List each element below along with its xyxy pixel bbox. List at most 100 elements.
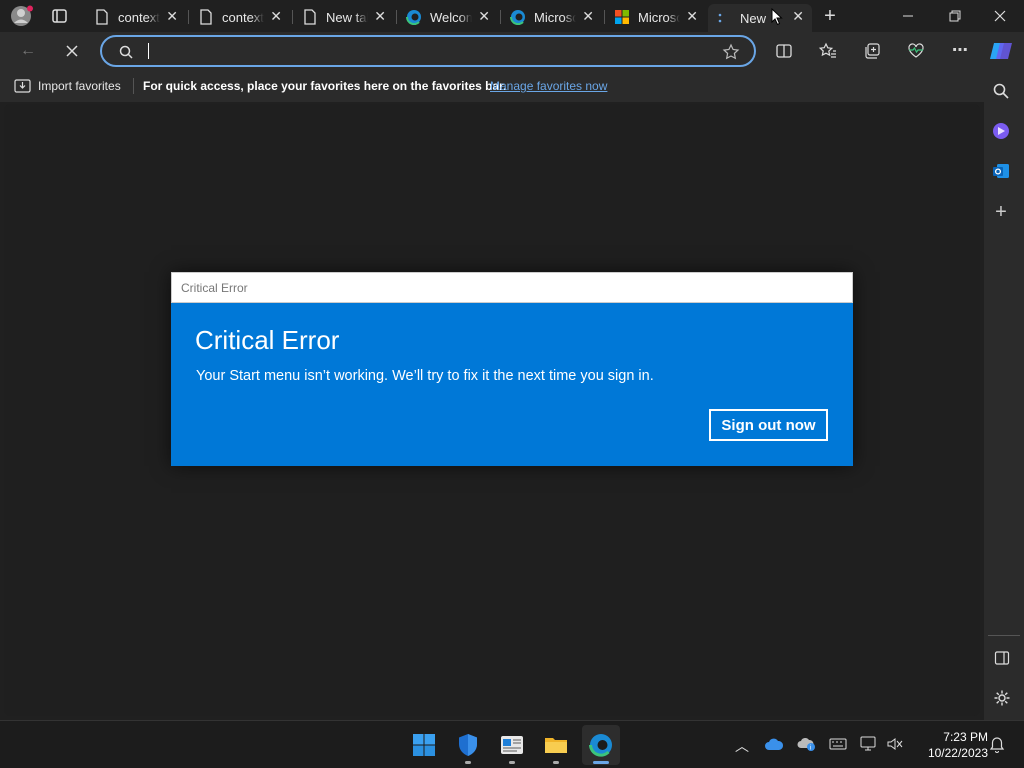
browser-toolbar: ← ⋯ [0,32,1024,70]
tab-title: Microsoft [534,9,576,25]
microsoft-logo-icon [615,10,629,24]
clock-time: 7:23 PM [943,730,988,744]
tab-5[interactable]: Microsoft ✕ [502,4,602,30]
tab-2[interactable]: context ✕ [190,4,290,30]
favorites-button[interactable] [818,41,838,61]
notification-bell-icon[interactable] [989,736,1005,754]
settings-more-button[interactable]: ⋯ [950,41,970,61]
dialog-message: Your Start menu isn’t working. We’ll try… [196,368,654,384]
mouse-cursor-icon [771,8,783,26]
windows-start-icon[interactable] [412,733,436,757]
keyboard-icon[interactable] [829,738,847,750]
running-indicator [465,761,471,764]
import-favorites-button[interactable]: Import favorites [38,79,121,93]
stop-loading-button[interactable] [62,41,82,61]
copilot-button[interactable] [988,39,1014,63]
back-arrow-icon: ← [20,42,36,59]
page-icon [200,9,212,25]
tab-6[interactable]: Microsoft ✕ [606,4,706,30]
designer-icon[interactable] [992,122,1010,140]
tab-3[interactable]: New tab ✕ [294,4,394,30]
display-network-icon[interactable] [860,736,878,752]
tab-actions-icon [52,9,67,23]
clock-date: 10/22/2023 [927,746,988,760]
restore-icon [949,10,961,22]
tab-actions-button[interactable] [51,8,69,24]
edge-browser-icon[interactable] [589,733,613,757]
profile-avatar[interactable] [10,5,34,27]
dialog-title-bar: Critical Error [171,272,853,303]
back-button[interactable]: ← [18,41,38,61]
close-window-button[interactable] [988,8,1012,24]
manage-favorites-link[interactable]: Manage favorites now [490,79,607,93]
favorites-bar: Import favorites For quick access, place… [0,70,1024,102]
split-screen-icon [776,44,792,58]
tab-1[interactable]: context ✕ [86,4,186,30]
show-hidden-icons-button[interactable]: ︿ [735,736,749,756]
system-clock[interactable]: 7:23 PM 10/22/2023 [912,729,988,761]
edge-icon [510,10,525,25]
copilot-icon [990,43,1012,59]
tab-4[interactable]: Welcome ✕ [398,4,498,30]
close-tab-icon[interactable]: ✕ [270,8,282,25]
close-tab-icon[interactable]: ✕ [166,8,178,25]
page-icon [96,9,108,25]
add-favorite-star-icon[interactable] [722,43,740,61]
sign-out-now-button[interactable]: Sign out now [709,409,828,441]
taskbar: ︿ i 7:23 PM 10/22/2023 [0,720,1024,768]
more-icon: ⋯ [952,42,968,59]
address-bar[interactable] [100,35,756,67]
close-tab-icon[interactable]: ✕ [374,8,386,25]
tab-separator [500,10,501,24]
sidebar-settings-gear-icon[interactable] [993,689,1011,707]
volume-muted-icon[interactable] [886,736,904,752]
close-tab-icon[interactable]: ✕ [478,8,490,25]
tab-separator [188,10,189,24]
tab-strip: context ✕ context ✕ New tab ✕ Welcome ✕ … [0,0,1024,32]
running-indicator [553,761,559,764]
tab-title: Welcome [430,9,472,25]
tab-separator [396,10,397,24]
favorites-bar-hint: For quick access, place your favorites h… [143,79,507,93]
close-icon [994,10,1006,22]
critical-error-dialog: Critical Error Critical Error Your Start… [171,272,853,466]
profile-icon [11,5,33,26]
file-explorer-icon[interactable] [544,733,568,757]
onedrive-sync-status-icon[interactable]: i [797,736,817,752]
loading-icon [718,13,722,23]
address-input[interactable] [146,42,706,60]
sidebar-divider [988,635,1020,636]
dialog-heading: Critical Error [195,325,340,355]
import-favorites-icon [14,79,31,93]
new-tab-button[interactable]: + [820,6,840,26]
edge-sidebar: + [984,70,1024,720]
add-sidebar-app-button[interactable]: + [992,202,1010,222]
tab-separator [292,10,293,24]
restore-button[interactable] [942,8,966,24]
collections-button[interactable] [862,41,882,61]
active-app-indicator [593,761,609,764]
page-icon [304,9,316,25]
news-app-icon[interactable] [500,733,524,757]
minimize-button[interactable] [896,8,920,24]
chevron-up-icon: ︿ [735,738,749,754]
browser-essentials-button[interactable] [906,41,926,61]
onedrive-cloud-icon[interactable] [764,737,784,751]
hide-sidebar-icon[interactable] [994,650,1010,666]
windows-security-shield-icon[interactable] [456,733,480,757]
close-tab-icon[interactable]: ✕ [792,8,804,25]
split-screen-button[interactable] [774,41,794,61]
running-indicator [509,761,515,764]
close-tab-icon[interactable]: ✕ [686,8,698,25]
favorites-divider [133,78,134,94]
minimize-icon [903,15,913,17]
stop-icon [66,45,78,57]
tab-7-active[interactable]: New ✕ [708,4,812,32]
heart-pulse-icon [908,43,924,58]
search-icon [119,45,133,59]
dialog-title: Critical Error [181,281,248,295]
sidebar-search-icon[interactable] [992,82,1010,100]
tab-separator [604,10,605,24]
outlook-icon[interactable] [992,162,1010,180]
close-tab-icon[interactable]: ✕ [582,8,594,25]
